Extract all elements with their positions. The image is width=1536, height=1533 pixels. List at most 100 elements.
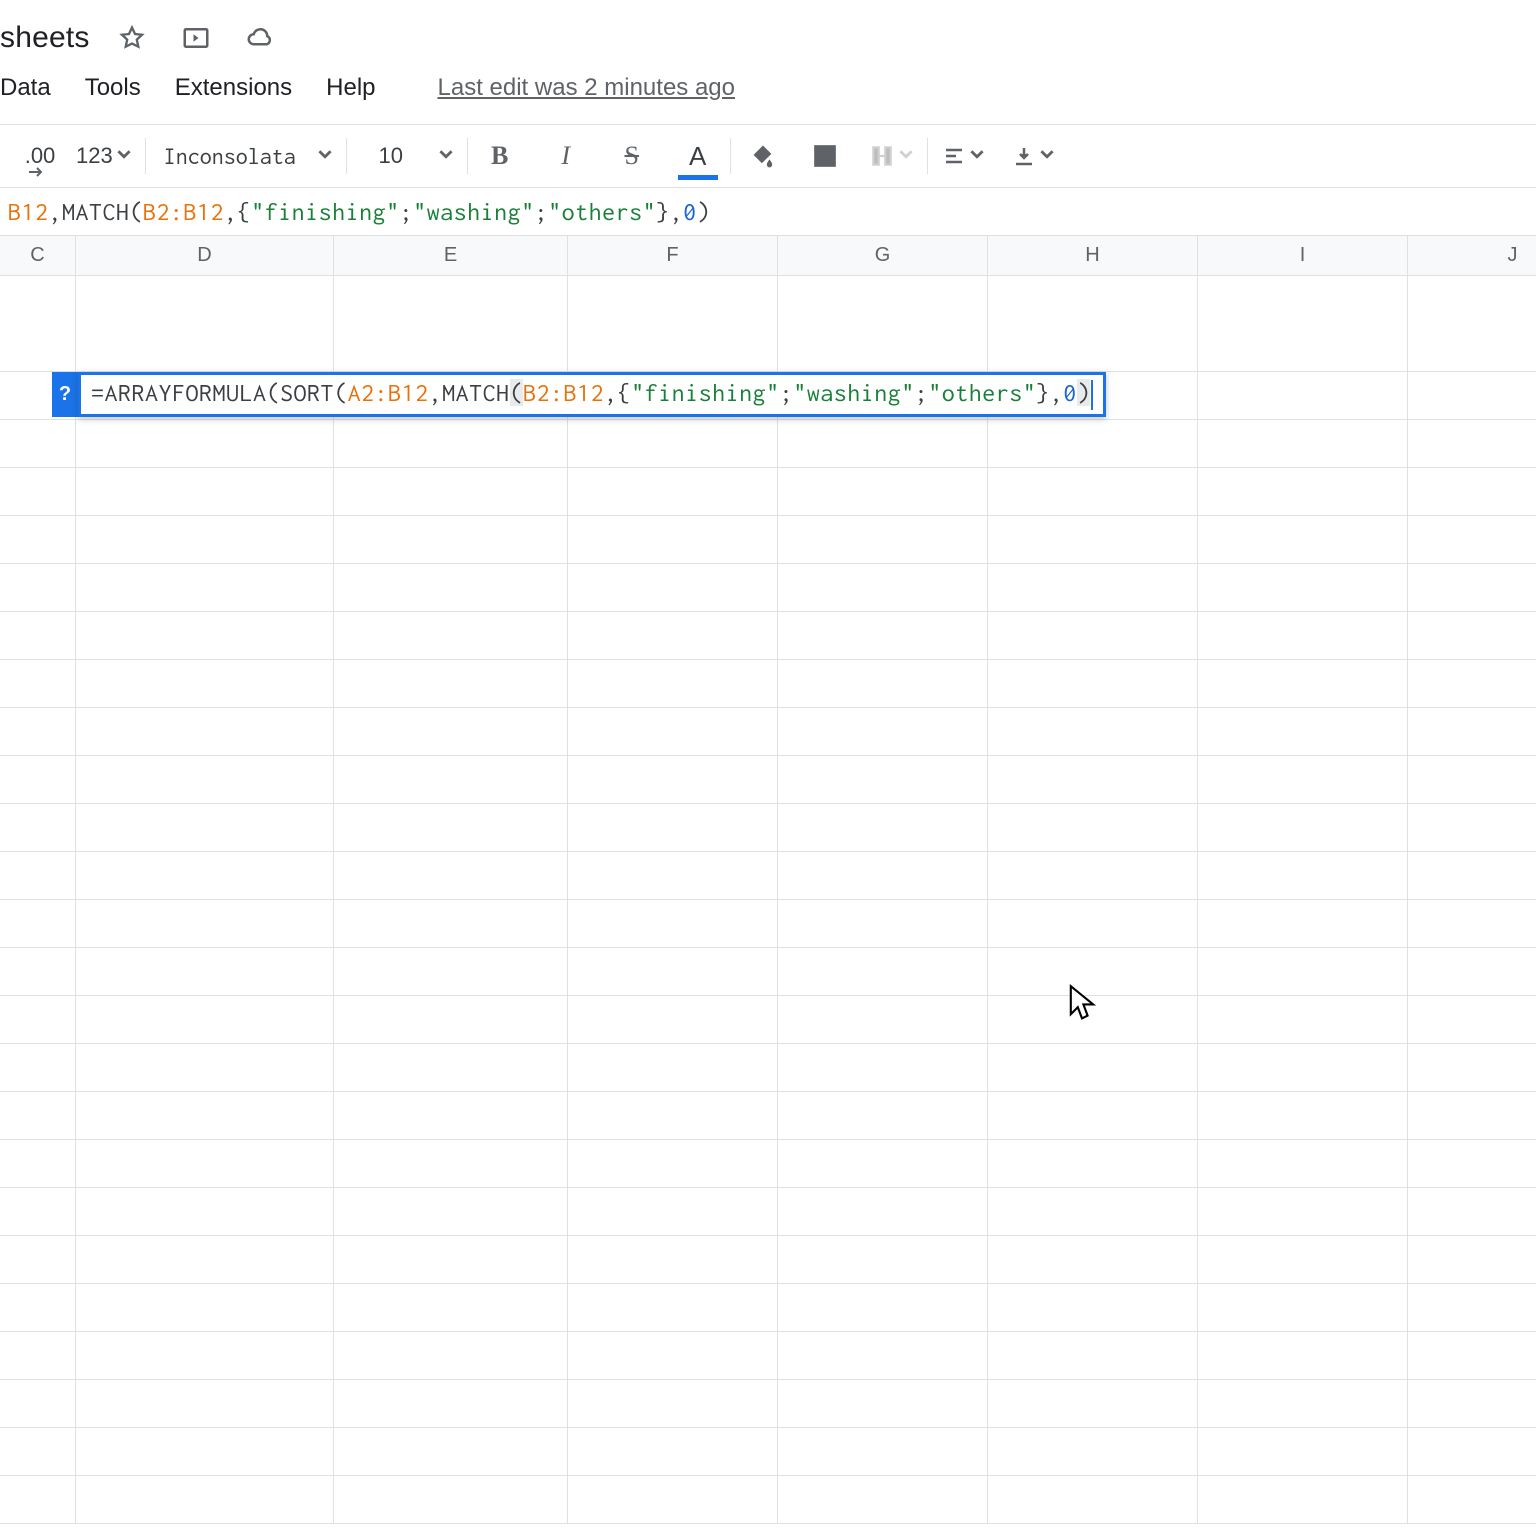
cell[interactable] xyxy=(0,276,76,372)
cell[interactable] xyxy=(1408,420,1536,468)
cell[interactable] xyxy=(1198,1476,1408,1524)
cell[interactable] xyxy=(0,1140,76,1188)
cell[interactable] xyxy=(0,852,76,900)
cell[interactable] xyxy=(334,660,568,708)
cell[interactable] xyxy=(988,516,1198,564)
cell[interactable] xyxy=(778,1380,988,1428)
cell[interactable] xyxy=(76,996,334,1044)
cell[interactable] xyxy=(988,948,1198,996)
menu-help[interactable]: Help xyxy=(326,74,375,102)
cell[interactable] xyxy=(778,516,988,564)
cell[interactable] xyxy=(334,852,568,900)
cell[interactable] xyxy=(0,612,76,660)
cell[interactable] xyxy=(0,1284,76,1332)
cell[interactable] xyxy=(988,1044,1198,1092)
cell[interactable] xyxy=(0,804,76,852)
vertical-align-button[interactable] xyxy=(1012,138,1054,174)
cell[interactable] xyxy=(0,1236,76,1284)
column-header[interactable]: C xyxy=(0,236,76,275)
cell[interactable] xyxy=(1198,1140,1408,1188)
cell[interactable] xyxy=(76,1476,334,1524)
number-format-button[interactable]: 123 xyxy=(76,138,131,174)
cell[interactable] xyxy=(1198,612,1408,660)
cell[interactable] xyxy=(334,1044,568,1092)
cell[interactable] xyxy=(1408,660,1536,708)
cell[interactable] xyxy=(988,1380,1198,1428)
cell[interactable] xyxy=(0,1428,76,1476)
cell[interactable] xyxy=(778,276,988,372)
cell[interactable] xyxy=(0,1332,76,1380)
cell[interactable] xyxy=(334,1380,568,1428)
column-header[interactable]: G xyxy=(778,236,988,275)
cell[interactable] xyxy=(334,1428,568,1476)
column-header[interactable]: I xyxy=(1198,236,1408,275)
cell[interactable] xyxy=(76,900,334,948)
cell[interactable] xyxy=(76,708,334,756)
cell[interactable] xyxy=(988,708,1198,756)
cell[interactable] xyxy=(1198,372,1408,420)
cell[interactable] xyxy=(334,996,568,1044)
cell[interactable] xyxy=(1408,612,1536,660)
cell[interactable] xyxy=(76,1188,334,1236)
cell[interactable] xyxy=(988,660,1198,708)
cell[interactable] xyxy=(1198,564,1408,612)
cell[interactable] xyxy=(76,420,334,468)
cloud-status-icon[interactable] xyxy=(242,20,278,56)
cell[interactable] xyxy=(568,804,778,852)
cell[interactable] xyxy=(1408,516,1536,564)
grid[interactable]: // placeholder — rows generated below af… xyxy=(0,276,1536,1524)
cell[interactable] xyxy=(778,948,988,996)
column-header[interactable]: E xyxy=(334,236,568,275)
cell[interactable] xyxy=(1408,1428,1536,1476)
cell[interactable] xyxy=(1408,1188,1536,1236)
cell[interactable] xyxy=(334,1092,568,1140)
cell[interactable] xyxy=(76,660,334,708)
cell[interactable] xyxy=(568,1188,778,1236)
cell[interactable] xyxy=(1408,1044,1536,1092)
cell[interactable] xyxy=(1198,1428,1408,1476)
cell[interactable] xyxy=(334,948,568,996)
cell[interactable] xyxy=(334,1236,568,1284)
cell[interactable] xyxy=(1198,516,1408,564)
cell[interactable] xyxy=(334,468,568,516)
cell[interactable] xyxy=(568,1476,778,1524)
cell[interactable] xyxy=(1408,996,1536,1044)
cell[interactable] xyxy=(988,276,1198,372)
cell[interactable] xyxy=(568,1044,778,1092)
cell[interactable] xyxy=(778,1236,988,1284)
doc-title[interactable]: sheets xyxy=(0,21,90,55)
cell[interactable] xyxy=(0,660,76,708)
cell[interactable] xyxy=(568,900,778,948)
cell[interactable] xyxy=(568,564,778,612)
cell[interactable] xyxy=(568,948,778,996)
cell[interactable] xyxy=(1408,708,1536,756)
menu-data[interactable]: Data xyxy=(0,74,51,102)
last-edit-link[interactable]: Last edit was 2 minutes ago xyxy=(438,74,736,102)
cell[interactable] xyxy=(1408,1092,1536,1140)
cell[interactable] xyxy=(334,516,568,564)
cell[interactable] xyxy=(0,1476,76,1524)
cell[interactable] xyxy=(778,1476,988,1524)
cell[interactable] xyxy=(778,612,988,660)
cell[interactable] xyxy=(988,1332,1198,1380)
horizontal-align-button[interactable] xyxy=(942,138,984,174)
cell[interactable] xyxy=(988,1236,1198,1284)
cell[interactable] xyxy=(1198,660,1408,708)
cell[interactable] xyxy=(778,468,988,516)
cell[interactable] xyxy=(0,420,76,468)
cell[interactable] xyxy=(334,708,568,756)
bold-button[interactable]: B xyxy=(482,138,518,174)
cell[interactable] xyxy=(334,756,568,804)
cell[interactable] xyxy=(0,756,76,804)
column-header[interactable]: H xyxy=(988,236,1198,275)
cell[interactable] xyxy=(1198,804,1408,852)
cell[interactable] xyxy=(76,1284,334,1332)
cell[interactable] xyxy=(1198,1332,1408,1380)
cell[interactable] xyxy=(1408,372,1536,420)
cell[interactable] xyxy=(0,900,76,948)
cell[interactable] xyxy=(988,756,1198,804)
cell[interactable] xyxy=(778,564,988,612)
cell[interactable] xyxy=(988,1284,1198,1332)
cell[interactable] xyxy=(1408,1284,1536,1332)
cell[interactable] xyxy=(76,804,334,852)
